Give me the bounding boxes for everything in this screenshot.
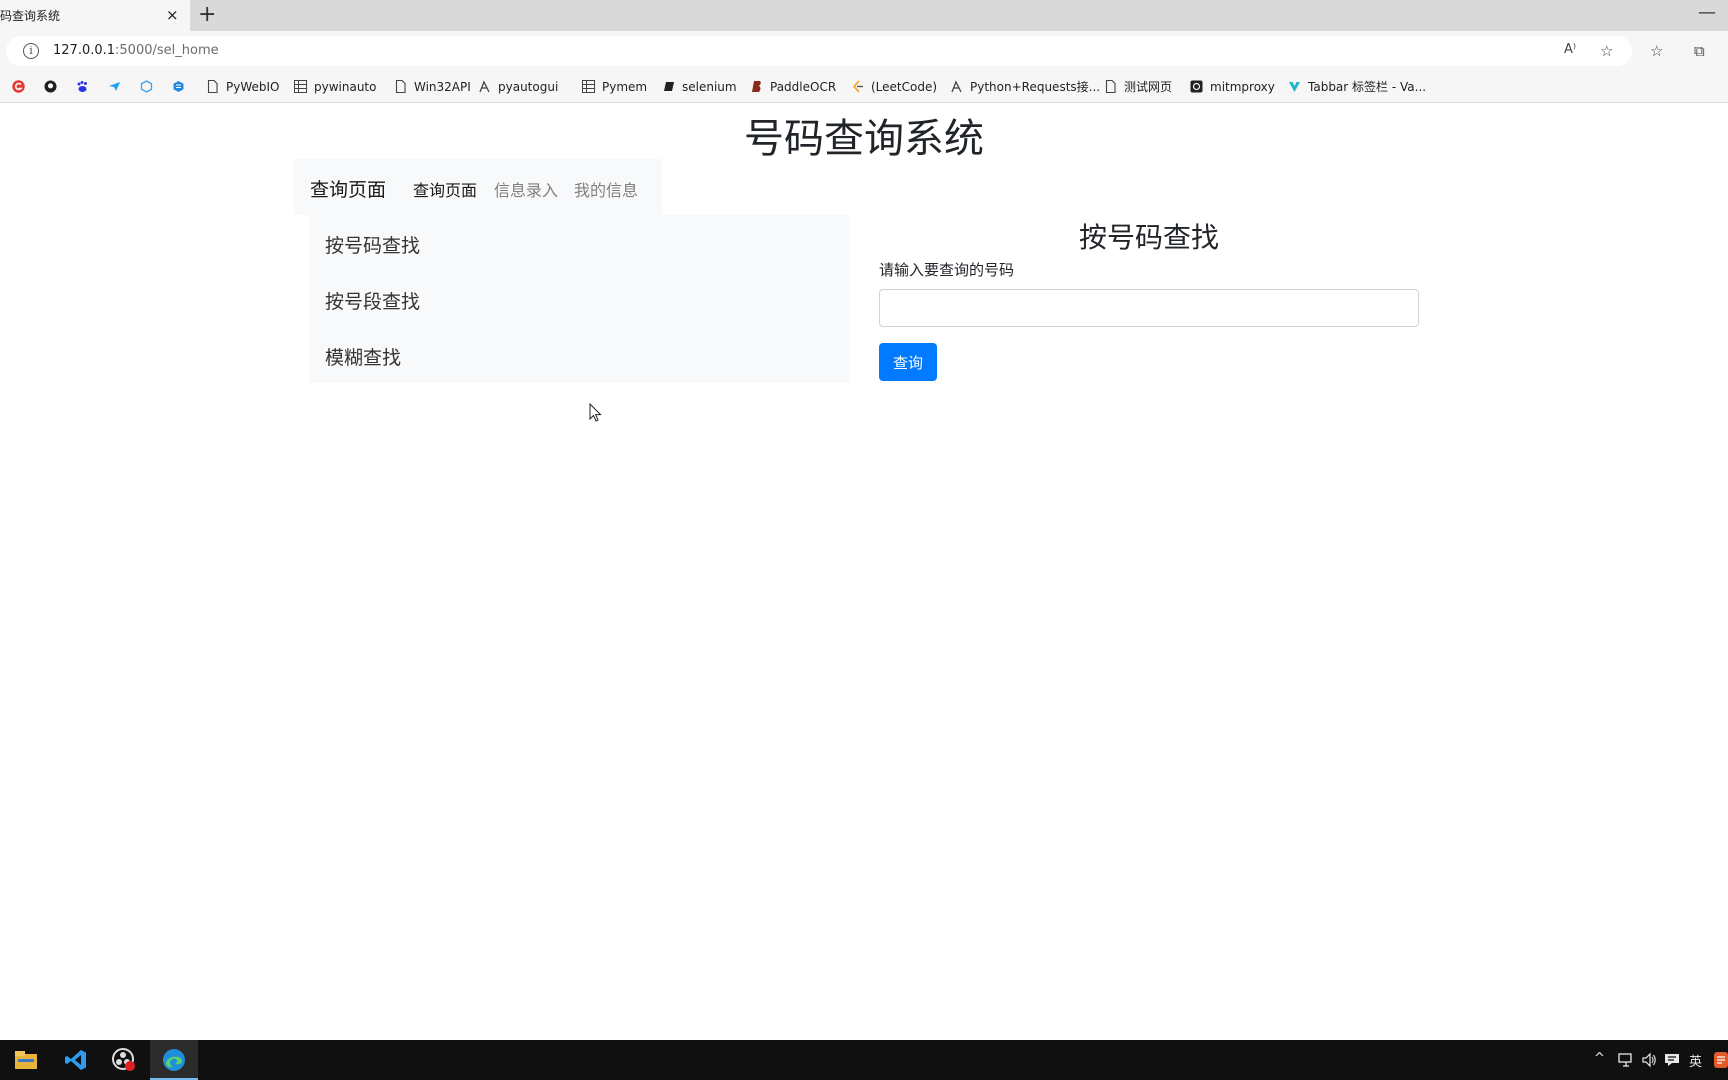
form-title: 按号码查找 — [1078, 221, 1219, 254]
bookmark-label: pywinauto — [314, 79, 377, 94]
bookmark-icon-item[interactable] — [140, 71, 153, 102]
site-info-icon[interactable]: i — [23, 43, 39, 59]
bookmark-item[interactable]: pyautogui — [478, 71, 558, 102]
bookmark-icon-item[interactable] — [172, 71, 185, 102]
favorites-icon[interactable]: ☆ — [1650, 42, 1663, 60]
tray-overflow-chevron-icon[interactable]: ^ — [1594, 1051, 1605, 1066]
bookmark-item[interactable]: PaddleOCR — [750, 71, 836, 102]
add-favorite-icon[interactable]: ☆ — [1600, 42, 1613, 60]
mouse-cursor-icon — [589, 403, 602, 422]
url-host: 127.0.0.1 — [53, 43, 116, 58]
cube-icon — [140, 80, 153, 93]
bookmark-item[interactable]: (LeetCode) — [851, 71, 937, 102]
bookmark-item[interactable]: selenium — [662, 71, 737, 102]
tab-close-icon[interactable]: × — [166, 6, 179, 24]
nav-link-info-entry[interactable]: 信息录入 — [494, 177, 558, 201]
navbar-brand[interactable]: 查询页面 — [310, 175, 386, 202]
page-icon — [394, 80, 407, 93]
bookmark-item[interactable]: mitmproxy — [1190, 71, 1275, 102]
vscode-icon[interactable] — [52, 1040, 100, 1080]
page-icon — [1104, 80, 1117, 93]
url-text[interactable]: 127.0.0.1:5000/sel_home — [53, 43, 219, 58]
file-explorer-icon[interactable] — [2, 1040, 50, 1080]
sidebar-item-by-number[interactable]: 按号码查找 — [325, 231, 420, 258]
bookmark-item[interactable]: 测试网页 — [1104, 71, 1172, 102]
nav-link-my-info[interactable]: 我的信息 — [574, 177, 638, 201]
sidebar-item-fuzzy[interactable]: 模糊查找 — [325, 343, 401, 370]
bookmark-item[interactable]: Python+Requests接... — [950, 71, 1100, 102]
sidebar-item-by-range[interactable]: 按号段查找 — [325, 287, 420, 314]
bookmark-label: Python+Requests接... — [970, 80, 1101, 94]
collections-icon[interactable]: ⧉ — [1694, 42, 1705, 60]
volume-icon[interactable] — [1641, 1052, 1657, 1068]
leetcode-icon — [851, 80, 864, 93]
bookmarks-bar: PyWebIO pywinauto Win32API pyautogui Pymem se… — [0, 71, 1728, 103]
bookmark-label: mitmproxy — [1210, 79, 1275, 94]
bookmark-label: pyautogui — [498, 79, 559, 94]
tab-title: 码查询系统 — [0, 9, 61, 23]
paddle-icon — [750, 80, 763, 93]
edge-icon[interactable] — [150, 1040, 198, 1080]
network-icon[interactable] — [1618, 1053, 1634, 1067]
baidu-icon — [76, 80, 89, 93]
read-aloud-icon[interactable]: A⁾ — [1564, 42, 1576, 57]
bookmark-label: Pymem — [602, 79, 648, 94]
navbar: 查询页面 查询页面 信息录入 我的信息 — [294, 159, 662, 215]
snake-icon — [950, 80, 963, 93]
grid-icon — [582, 80, 595, 93]
bookmark-icon-item[interactable] — [108, 71, 121, 102]
query-button[interactable]: 查询 — [879, 343, 937, 381]
new-tab-button[interactable]: + — [198, 3, 216, 27]
vant-icon — [1288, 80, 1301, 93]
number-input[interactable] — [879, 289, 1419, 327]
address-bar[interactable]: i 127.0.0.1:5000/sel_home A⁾ ☆ — [6, 36, 1632, 66]
ime-indicator[interactable]: 英 — [1689, 1051, 1702, 1070]
bookmark-label: 测试网页 — [1124, 80, 1173, 94]
page-content: 号码查询系统 查询页面 查询页面 信息录入 我的信息 按号码查找 按号段查找 模… — [0, 104, 1728, 1040]
bookmark-item[interactable]: Pymem — [582, 71, 647, 102]
bookmark-label: (LeetCode) — [871, 79, 938, 94]
bookmark-label: Tabbar 标签栏 - Va... — [1308, 80, 1427, 94]
bookmark-icon-item[interactable] — [76, 71, 89, 102]
book-icon — [662, 80, 675, 93]
bookmark-label: Win32API — [414, 79, 471, 94]
obs-icon[interactable] — [100, 1040, 148, 1080]
browser-tab-strip: 码查询系统 × + — — [0, 0, 1728, 31]
nav-link-query[interactable]: 查询页面 — [413, 177, 477, 201]
bookmark-label: selenium — [682, 79, 737, 94]
sidebar-menu: 按号码查找 按号段查找 模糊查找 — [309, 215, 849, 383]
bookmark-item[interactable]: pywinauto — [294, 71, 376, 102]
address-bar-row: i 127.0.0.1:5000/sel_home A⁾ ☆ ☆ ⧉ — [0, 31, 1728, 71]
snake-icon — [478, 80, 491, 93]
bookmark-label: PyWebIO — [226, 79, 280, 94]
bookmark-label: PaddleOCR — [770, 79, 837, 94]
mitm-icon — [1190, 80, 1203, 93]
minimize-button[interactable]: — — [1698, 2, 1716, 23]
url-path: :5000/sel_home — [115, 43, 219, 58]
action-center-icon[interactable] — [1664, 1052, 1680, 1068]
blue-cube-icon — [172, 80, 185, 93]
browser-tab[interactable]: 码查询系统 × — [0, 0, 190, 31]
bookmark-icon-item[interactable] — [44, 71, 57, 102]
tray-app-icon[interactable] — [1714, 1052, 1728, 1068]
page-icon — [206, 80, 219, 93]
number-input-label: 请输入要查询的号码 — [879, 261, 1015, 279]
page-title: 号码查询系统 — [744, 116, 984, 162]
bookmark-item[interactable]: PyWebIO — [206, 71, 279, 102]
grid-icon — [294, 80, 307, 93]
bookmark-item[interactable]: Tabbar 标签栏 - Va... — [1288, 71, 1426, 102]
bookmark-item[interactable]: Win32API — [394, 71, 471, 102]
red-g-icon — [12, 80, 25, 93]
bookmark-icon-item[interactable] — [12, 71, 25, 102]
github-icon — [44, 80, 57, 93]
bird-icon — [108, 80, 121, 93]
taskbar: ^ 英 — [0, 1040, 1728, 1080]
